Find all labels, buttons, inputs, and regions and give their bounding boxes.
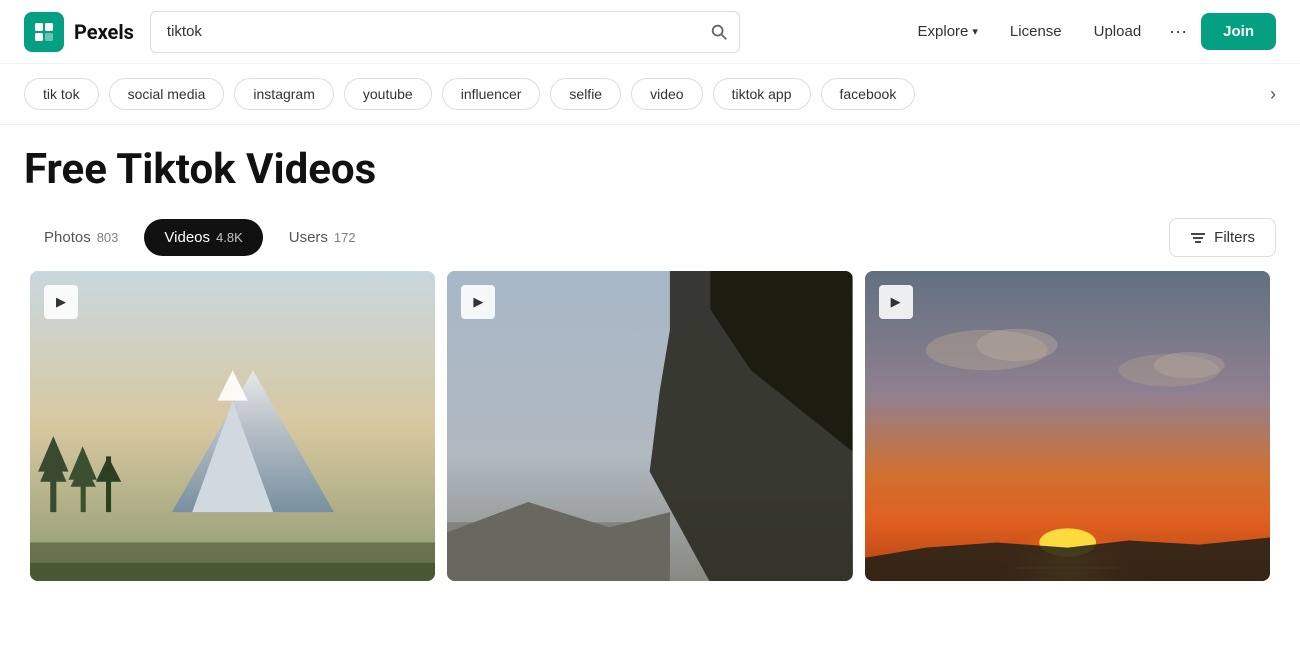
chevron-down-icon: ▾: [972, 25, 978, 38]
video-grid: ▶: [0, 271, 1300, 581]
search-button[interactable]: [710, 23, 728, 41]
video-thumbnail-1: ▶: [30, 271, 435, 581]
tags-next-arrow[interactable]: ›: [1270, 84, 1276, 105]
nav-explore[interactable]: Explore ▾: [904, 15, 992, 48]
video-card-3[interactable]: ▶: [865, 271, 1270, 581]
nav-license[interactable]: License: [996, 15, 1076, 48]
video-card-2[interactable]: ▶: [447, 271, 852, 581]
search-bar: [150, 11, 740, 53]
tag-facebook[interactable]: facebook: [821, 78, 916, 110]
tag-social-media[interactable]: social media: [109, 78, 225, 110]
video-thumbnail-3: ▶: [865, 271, 1270, 581]
tab-videos[interactable]: Videos 4.8K: [144, 219, 262, 256]
logo-area[interactable]: Pexels: [24, 12, 134, 52]
play-icon-3: ▶: [879, 285, 913, 319]
tag-tiktok-app[interactable]: tiktok app: [713, 78, 811, 110]
tag-youtube[interactable]: youtube: [344, 78, 432, 110]
tags-row: tik tok social media instagram youtube i…: [0, 64, 1300, 125]
tab-users[interactable]: Users 172: [269, 219, 376, 256]
join-button[interactable]: Join: [1201, 13, 1276, 50]
site-name: Pexels: [74, 20, 134, 44]
tab-group: Photos 803 Videos 4.8K Users 172: [24, 219, 376, 256]
main-nav: Explore ▾ License Upload ··· Join: [904, 13, 1276, 50]
filter-tabs-row: Photos 803 Videos 4.8K Users 172 Filters: [0, 204, 1300, 271]
play-icon-2: ▶: [461, 285, 495, 319]
site-header: Pexels Explore ▾ License Upload ··· Join: [0, 0, 1300, 64]
nav-more-button[interactable]: ···: [1159, 13, 1197, 50]
tag-video[interactable]: video: [631, 78, 702, 110]
tag-influencer[interactable]: influencer: [442, 78, 541, 110]
search-input[interactable]: [150, 11, 740, 53]
nav-upload[interactable]: Upload: [1080, 15, 1156, 48]
filter-icon: [1190, 230, 1206, 246]
video-card-1[interactable]: ▶: [30, 271, 435, 581]
tag-instagram[interactable]: instagram: [234, 78, 333, 110]
page-title-area: Free Tiktok Videos: [0, 125, 1300, 204]
logo-icon: [24, 12, 64, 52]
tag-tiktok[interactable]: tik tok: [24, 78, 99, 110]
tab-photos[interactable]: Photos 803: [24, 219, 138, 256]
video-thumbnail-2: ▶: [447, 271, 852, 581]
filters-button[interactable]: Filters: [1169, 218, 1276, 257]
tag-selfie[interactable]: selfie: [550, 78, 621, 110]
page-title: Free Tiktok Videos: [24, 145, 1276, 194]
play-icon-1: ▶: [44, 285, 78, 319]
